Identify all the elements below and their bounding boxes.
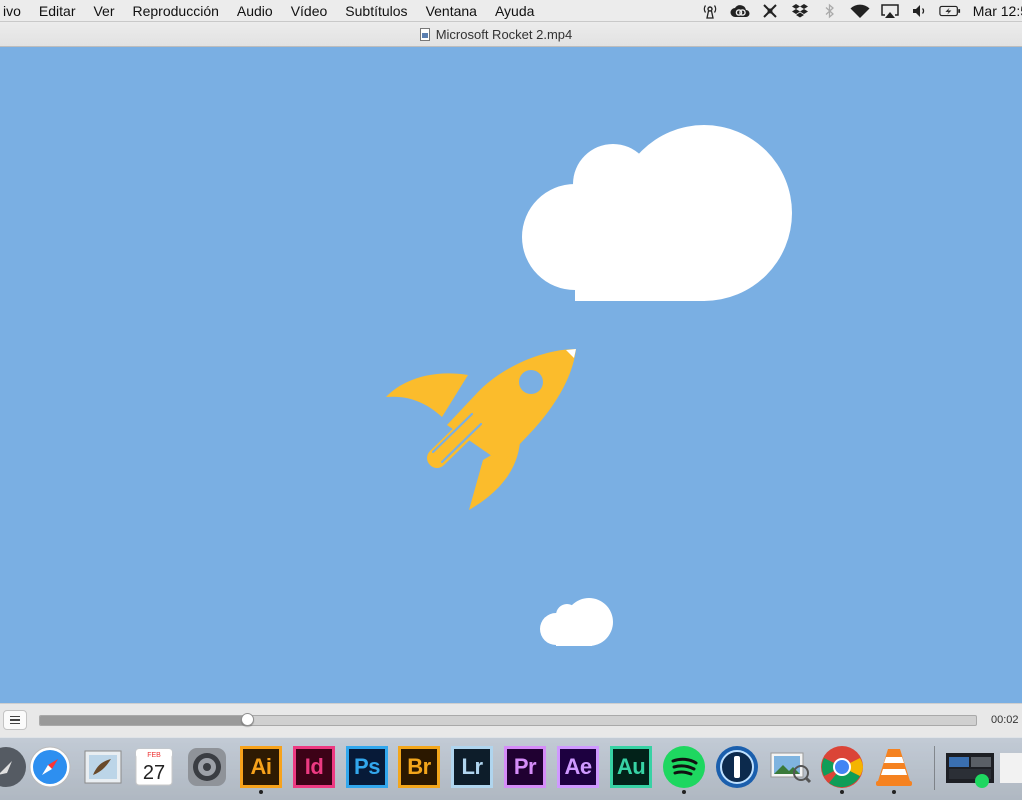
photoshop-icon[interactable]: Ps — [344, 744, 390, 790]
menu-item-editar[interactable]: Editar — [30, 3, 85, 19]
list-icon-line — [10, 722, 20, 725]
menu-item-vídeo[interactable]: Vídeo — [282, 3, 337, 19]
menu-item-ver[interactable]: Ver — [84, 3, 123, 19]
running-indicator — [259, 790, 263, 794]
system-preferences-icon[interactable] — [184, 744, 230, 790]
menu-item-ventana[interactable]: Ventana — [417, 3, 486, 19]
menu-items: ivo Editar Ver Reproducción Audio Vídeo Subtít… — [0, 0, 543, 22]
window-title: Microsoft Rocket 2.mp4 — [419, 26, 573, 42]
list-icon-line — [10, 715, 20, 718]
indesign-label: Id — [293, 746, 335, 788]
airport-sync-icon[interactable] — [699, 3, 721, 19]
running-indicator — [892, 790, 896, 794]
after-effects-label: Ae — [557, 746, 599, 788]
svg-text:FEB: FEB — [147, 752, 161, 759]
airplay-icon[interactable] — [879, 3, 901, 19]
window-title-text: Microsoft Rocket 2.mp4 — [435, 26, 573, 42]
dock-separator — [934, 746, 935, 790]
1password-icon[interactable] — [714, 744, 760, 790]
menu-item-subtítulos[interactable]: Subtítulos — [336, 3, 416, 19]
creative-cloud-icon[interactable] — [729, 3, 751, 19]
playlist-toggle-button[interactable] — [3, 710, 27, 730]
seek-bar[interactable] — [39, 715, 977, 726]
minimized-window-thumbnail[interactable] — [946, 744, 1022, 790]
seek-bar-progress — [40, 716, 248, 725]
playback-controls: 00:02 — [0, 703, 1022, 737]
menu-item-ayuda[interactable]: Ayuda — [486, 3, 543, 19]
launchpad-icon[interactable] — [0, 744, 29, 790]
rocket-illustration — [386, 349, 576, 510]
illustrator-label: Ai — [240, 746, 282, 788]
safari-icon[interactable] — [27, 744, 73, 790]
bridge-icon[interactable]: Br — [396, 744, 442, 790]
premiere-label: Pr — [504, 746, 546, 788]
battery-charging-icon[interactable] — [939, 3, 961, 19]
mail-icon[interactable] — [80, 744, 126, 790]
svg-text:27: 27 — [143, 762, 165, 784]
audition-label: Au — [610, 746, 652, 788]
indesign-icon[interactable]: Id — [291, 744, 337, 790]
illustrator-icon[interactable]: Ai — [238, 744, 284, 794]
lightroom-label: Lr — [451, 746, 493, 788]
menu-item-reproducción[interactable]: Reproducción — [124, 3, 228, 19]
premiere-icon[interactable]: Pr — [502, 744, 548, 790]
audition-icon[interactable]: Au — [608, 744, 654, 790]
large-cloud — [522, 125, 792, 301]
after-effects-icon[interactable]: Ae — [555, 744, 601, 790]
window-title-bar[interactable]: Microsoft Rocket 2.mp4 — [0, 22, 1022, 47]
video-player-area[interactable] — [0, 47, 1022, 703]
list-icon-line — [10, 719, 20, 721]
menubar-clock[interactable]: Mar 12:5 — [973, 3, 1022, 19]
menu-item-ivo[interactable]: ivo — [0, 3, 30, 19]
photoshop-label: Ps — [346, 746, 388, 788]
calendar-icon[interactable]: FEB 27 — [131, 744, 177, 790]
small-cloud — [540, 598, 613, 646]
document-proxy-icon[interactable] — [419, 27, 430, 41]
elapsed-time: 00:02 — [991, 714, 1019, 726]
lightroom-icon[interactable]: Lr — [449, 744, 495, 790]
running-indicator — [682, 790, 686, 794]
volume-icon[interactable] — [909, 3, 931, 19]
vlc-icon[interactable] — [871, 744, 917, 794]
bluetooth-icon[interactable] — [819, 3, 841, 19]
dock: FEB 27 Ai Id Ps Br Lr Pr Ae Au — [0, 737, 1022, 800]
adobe-sync-icon[interactable] — [759, 3, 781, 19]
running-indicator — [840, 790, 844, 794]
menu-item-audio[interactable]: Audio — [228, 3, 282, 19]
chrome-icon[interactable] — [819, 744, 865, 794]
wifi-icon[interactable] — [849, 3, 871, 19]
dropbox-icon[interactable] — [789, 3, 811, 19]
spotify-icon[interactable] — [661, 744, 707, 794]
bridge-label: Br — [398, 746, 440, 788]
preview-icon[interactable] — [767, 744, 813, 790]
status-area: Mar 12:5 — [695, 0, 1022, 22]
menu-bar: ivo Editar Ver Reproducción Audio Vídeo Subtít… — [0, 0, 1022, 22]
